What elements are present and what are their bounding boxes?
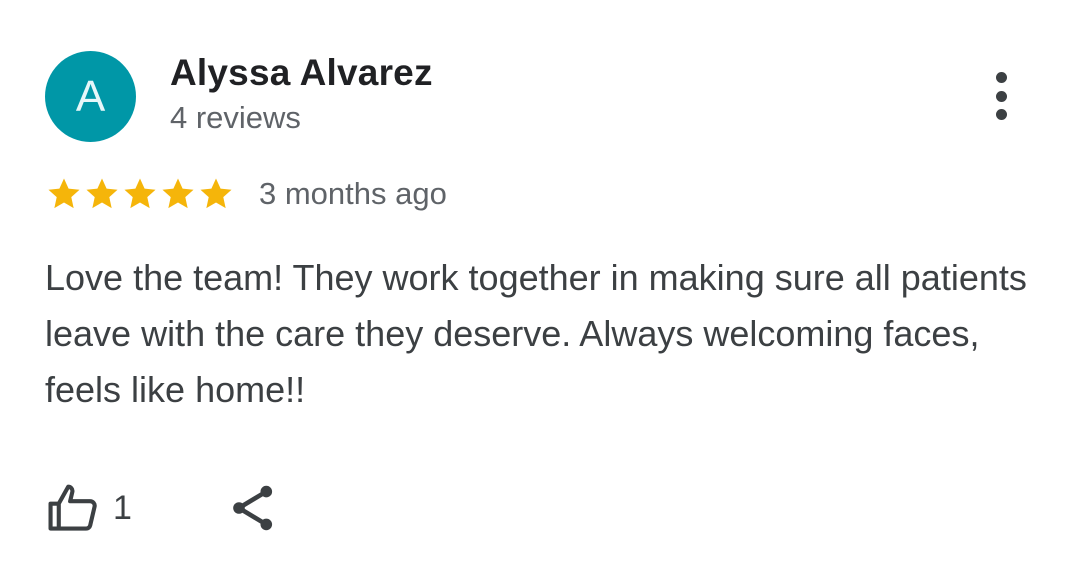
share-button[interactable] bbox=[224, 479, 282, 537]
share-icon bbox=[233, 485, 273, 531]
review-text: Love the team! They work together in mak… bbox=[45, 257, 1027, 410]
avatar-initial: A bbox=[75, 71, 106, 121]
reviewer-name[interactable]: Alyssa Alvarez bbox=[170, 52, 433, 94]
like-count: 1 bbox=[113, 488, 132, 527]
review-timestamp: 3 months ago bbox=[259, 176, 447, 211]
thumbs-up-icon bbox=[48, 484, 97, 531]
star-icon bbox=[124, 178, 156, 209]
star-icon bbox=[200, 178, 232, 209]
review-card: A Alyssa Alvarez 4 reviews 3 months ago … bbox=[0, 0, 1080, 577]
reviewer-review-count[interactable]: 4 reviews bbox=[170, 100, 301, 136]
star-icon bbox=[162, 178, 194, 209]
review-actions: 1 bbox=[45, 478, 282, 538]
like-button[interactable]: 1 bbox=[45, 479, 132, 537]
rating-row: 3 months ago bbox=[45, 172, 447, 216]
more-vertical-icon-dot bbox=[995, 90, 1007, 102]
avatar[interactable]: A bbox=[45, 51, 136, 142]
star-icon bbox=[86, 178, 118, 209]
more-vertical-icon-dot bbox=[995, 109, 1007, 120]
more-vertical-icon bbox=[995, 72, 1007, 83]
star-rating bbox=[45, 175, 235, 213]
more-options-button[interactable] bbox=[980, 68, 1022, 124]
star-icon bbox=[48, 178, 80, 209]
